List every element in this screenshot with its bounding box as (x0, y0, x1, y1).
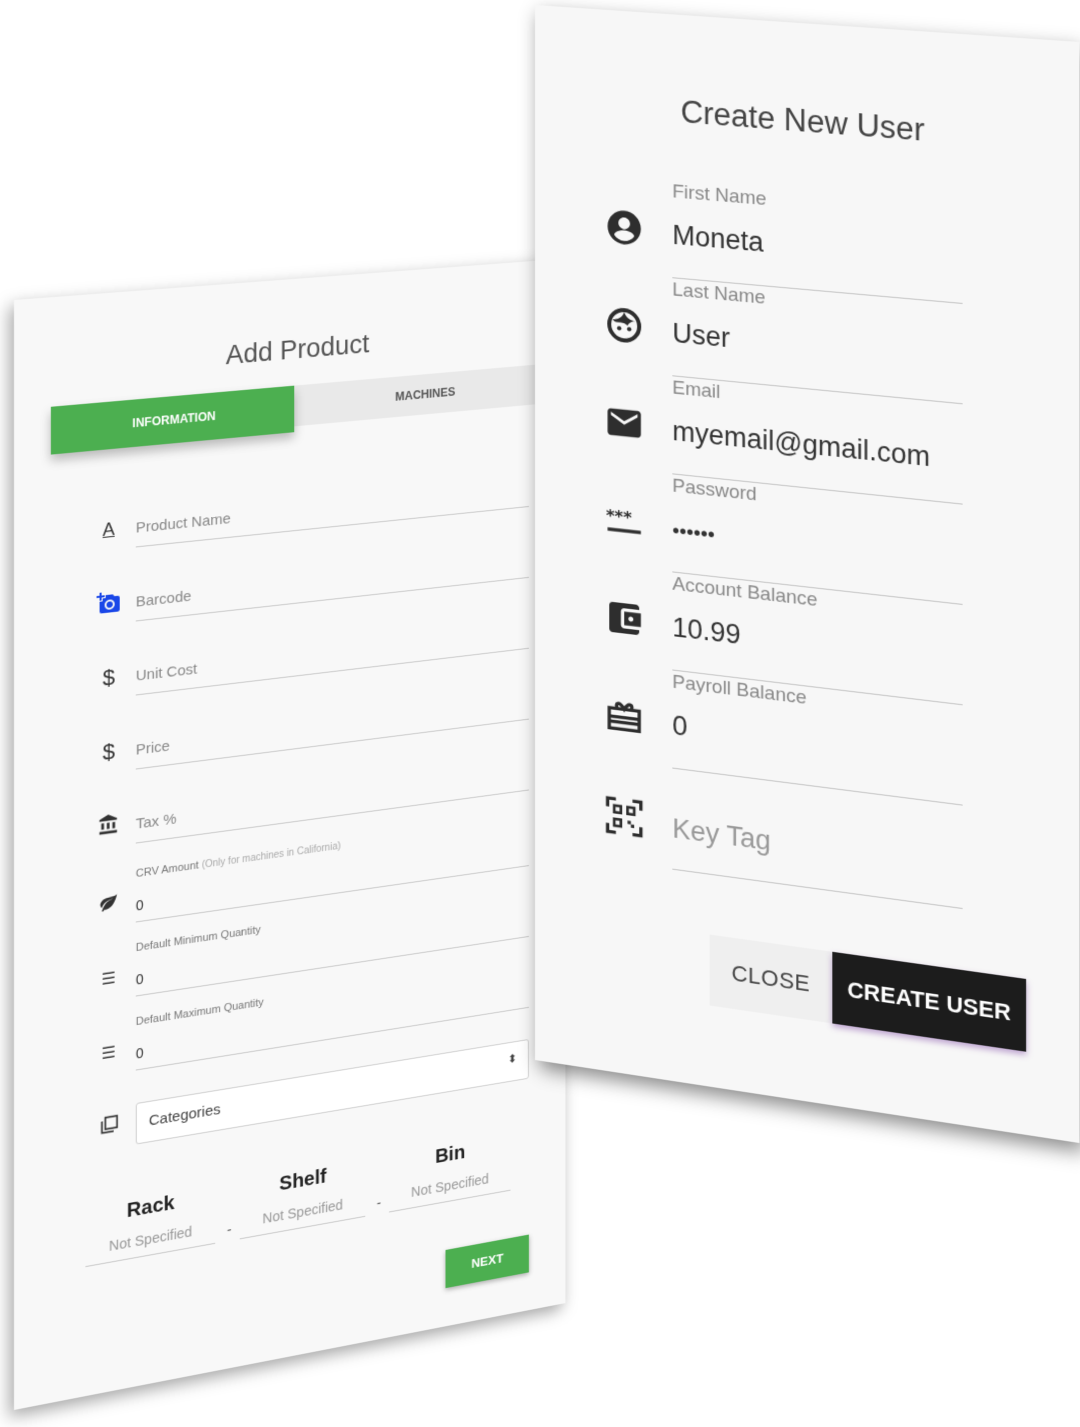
last-name-input[interactable]: User (672, 318, 730, 355)
first-name-input[interactable]: Moneta (672, 220, 763, 259)
default-min-qty-label: Default Minimum Quantity (135, 924, 261, 955)
key-tag-underline (672, 868, 963, 910)
giftcard-icon (604, 693, 644, 738)
shelf-group: Shelf Not Specified (239, 1159, 366, 1240)
leaf-icon (96, 891, 122, 920)
next-button[interactable]: NEXT (445, 1234, 529, 1289)
location-separator: - (376, 1194, 382, 1211)
tax-placeholder: Tax % (135, 810, 177, 833)
svg-text:***: *** (606, 505, 632, 527)
crv-amount-label: CRV Amount (Only for machines in Califor… (135, 840, 341, 881)
tab-information[interactable]: INFORMATION (50, 385, 295, 455)
categories-value: Categories (148, 1101, 221, 1130)
sort-numeric-icon: ☰ (101, 1044, 116, 1064)
bin-group: Bin Not Specified (389, 1134, 511, 1213)
default-min-qty-value: 0 (135, 970, 144, 988)
create-user-title: Create New User (680, 93, 925, 148)
wallet-icon (604, 596, 644, 641)
default-max-qty-value: 0 (135, 1044, 144, 1062)
product-name-placeholder: Product Name (135, 510, 231, 537)
bank-icon (96, 812, 122, 841)
dollar-icon: $ (102, 738, 115, 765)
price-placeholder: Price (135, 737, 170, 759)
qr-code-icon (604, 794, 644, 840)
account-circle-icon (604, 206, 644, 250)
password-icon: *** (604, 498, 644, 543)
account-balance-input[interactable]: 10.99 (672, 612, 740, 651)
dollar-icon: $ (102, 664, 115, 691)
tab-machines[interactable]: MACHINES (294, 363, 552, 426)
mail-icon (604, 401, 644, 445)
library-icon (96, 1113, 122, 1143)
email-input[interactable]: myemail@gmail.com (672, 416, 930, 474)
email-label: Email (672, 377, 721, 404)
key-tag-input[interactable]: Key Tag (672, 813, 770, 858)
close-button[interactable]: CLOSE (709, 934, 833, 1024)
barcode-placeholder: Barcode (135, 587, 192, 611)
unit-cost-placeholder: Unit Cost (135, 660, 198, 685)
sort-numeric-icon: ☰ (101, 969, 116, 989)
face-icon (604, 303, 644, 347)
first-name-label: First Name (672, 181, 767, 211)
rack-group: Rack Not Specified (85, 1185, 216, 1268)
default-max-qty-label: Default Maximum Quantity (135, 996, 264, 1029)
password-input[interactable]: •••••• (672, 520, 714, 548)
create-user-card: Create New User First Name Moneta Last N… (535, 5, 1080, 1144)
create-user-button[interactable]: CREATE USER (832, 951, 1027, 1052)
crv-amount-value: 0 (135, 896, 144, 914)
select-caret-icon: ⬍ (507, 1051, 517, 1067)
add-photo-icon[interactable] (96, 589, 122, 618)
location-separator: - (226, 1221, 232, 1238)
text-format-icon: A (102, 518, 115, 540)
payroll-balance-input[interactable]: 0 (672, 710, 687, 743)
add-product-card: Add Product INFORMATION MACHINES A Produ… (14, 258, 566, 1410)
